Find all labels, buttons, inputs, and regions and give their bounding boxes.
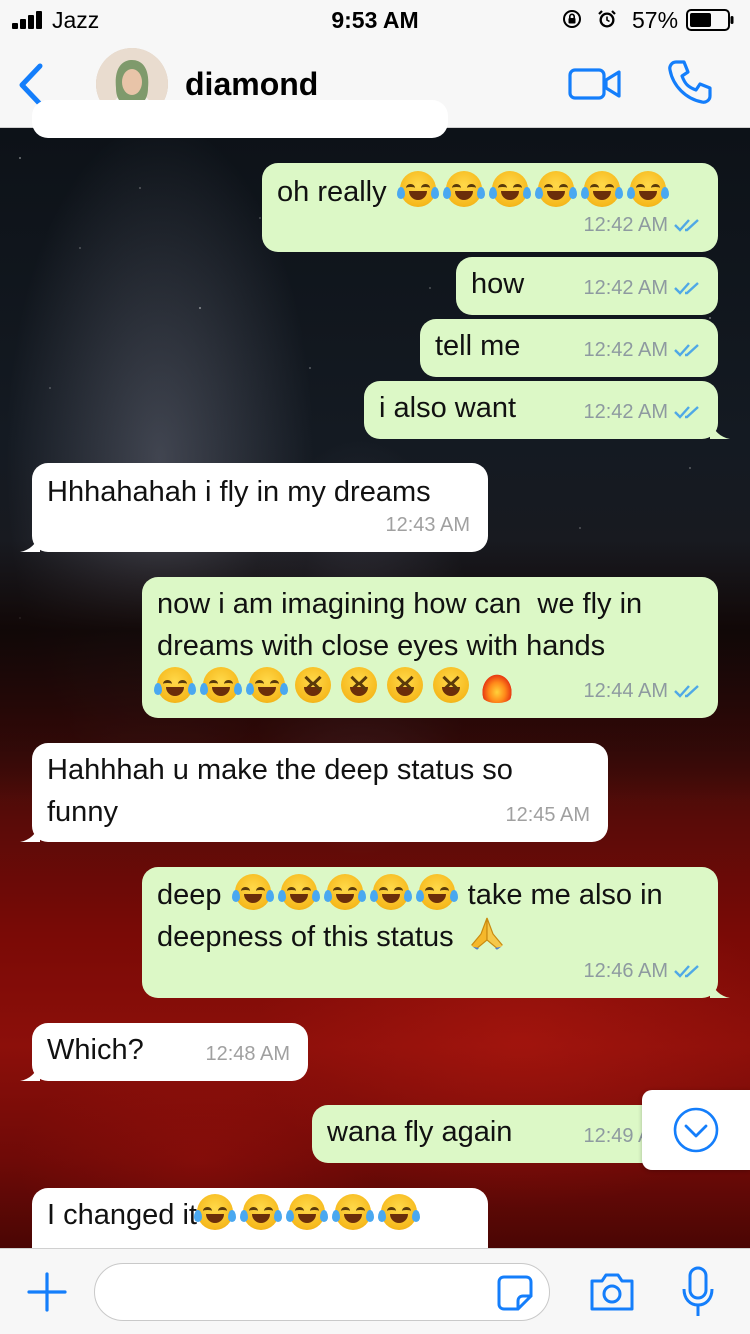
message-bubble-received[interactable]: Hhhahahah i fly in my dreams 12:43 AM <box>20 463 488 552</box>
message-meta: 12:42 AM <box>583 391 702 433</box>
double-check-icon <box>674 344 699 357</box>
grinning-squinting-face-emoji <box>341 667 377 703</box>
bubble-tail <box>710 980 730 998</box>
microphone-icon <box>682 1266 714 1316</box>
grinning-squinting-face-emoji <box>387 667 423 703</box>
bubble-tail <box>20 824 40 842</box>
message-meta: 12:48 AM <box>205 1033 290 1075</box>
message-meta: 12:45 AM <box>505 794 590 836</box>
sticker-button[interactable] <box>496 1274 534 1312</box>
grinning-squinting-face-emoji <box>433 667 469 703</box>
face-with-tears-of-joy-emoji <box>239 1194 282 1230</box>
double-check-icon <box>674 219 699 232</box>
face-with-tears-of-joy-emoji <box>580 171 623 207</box>
message-meta: 12:42 AM <box>583 267 702 309</box>
message-timestamp: 12:44 AM <box>583 680 668 702</box>
message-timestamp: 12:42 AM <box>583 277 668 299</box>
face-with-tears-of-joy-emoji <box>534 171 577 207</box>
face-with-tears-of-joy-emoji <box>231 874 274 910</box>
face-with-tears-of-joy-emoji <box>369 874 412 910</box>
face-with-tears-of-joy-emoji <box>154 667 196 703</box>
message-timestamp: 12:42 AM <box>583 214 668 236</box>
message-bubble-sent[interactable]: tell me 12:42 AM <box>420 319 718 377</box>
message-bubble-partial[interactable] <box>32 100 448 138</box>
double-check-icon <box>674 282 699 295</box>
battery-icon <box>686 9 734 31</box>
message-timestamp: 12:48 AM <box>205 1043 290 1065</box>
rotation-lock-icon <box>563 10 581 28</box>
message-bubble-received[interactable]: Hahhhah u make the deep status so funny … <box>20 743 608 842</box>
contact-name[interactable]: diamond <box>185 66 318 103</box>
bubble-tail <box>710 421 730 439</box>
face-with-tears-of-joy-emoji <box>246 667 288 703</box>
message-input[interactable] <box>94 1263 550 1321</box>
chevron-down-circle-icon <box>673 1107 719 1153</box>
message-bubble-sent[interactable]: how 12:42 AM <box>456 257 718 315</box>
microphone-button[interactable] <box>680 1265 716 1319</box>
message-bubble-sent[interactable]: deep take me also in deepness of this st… <box>142 867 730 998</box>
face-with-tears-of-joy-emoji <box>200 667 242 703</box>
message-timestamp: 12:45 AM <box>505 804 590 826</box>
face-with-tears-of-joy-emoji <box>626 171 669 207</box>
message-meta: 12:42 AM <box>583 329 702 371</box>
camera-button[interactable] <box>588 1271 636 1313</box>
plus-icon <box>27 1272 67 1312</box>
fire-emoji <box>479 667 515 703</box>
bubble-tail <box>20 1063 40 1081</box>
chevron-left-icon <box>19 63 43 107</box>
message-composer <box>0 1248 750 1334</box>
message-meta: 12:42 AM <box>583 204 702 246</box>
message-bubble-received[interactable]: Which? 12:48 AM <box>20 1023 308 1081</box>
face-with-tears-of-joy-emoji <box>377 1194 420 1230</box>
double-check-icon <box>674 406 699 419</box>
message-timestamp: 12:46 AM <box>583 960 668 982</box>
double-check-icon <box>674 685 699 698</box>
camera-icon <box>590 1273 634 1311</box>
double-check-icon <box>674 965 699 978</box>
voice-call-button[interactable] <box>666 58 714 106</box>
message-meta: 12:44 AM <box>583 670 702 712</box>
face-with-tears-of-joy-emoji <box>488 171 531 207</box>
attach-button[interactable] <box>26 1271 68 1313</box>
message-bubble-sent[interactable]: oh really 12:42 AM <box>262 163 718 252</box>
scroll-to-bottom-button[interactable] <box>642 1090 750 1170</box>
face-with-tears-of-joy-emoji <box>331 1194 374 1230</box>
message-timestamp: 12:43 AM <box>385 514 470 536</box>
phone-icon <box>668 60 712 104</box>
folded-hands-emoji <box>468 917 505 952</box>
video-camera-icon <box>568 68 621 100</box>
message-text: I changed it <box>47 1194 474 1236</box>
bubble-tail <box>20 534 40 552</box>
battery-percentage: 57% <box>632 7 679 33</box>
chat-screen: Jazz 9:53 AM 57% diamond oh really 12:42… <box>0 0 750 1334</box>
message-bubble-sent[interactable]: now i am imagining how can we fly in dre… <box>142 577 718 718</box>
video-call-button[interactable] <box>568 66 622 102</box>
face-with-tears-of-joy-emoji <box>285 1194 328 1230</box>
message-meta: 12:43 AM <box>385 504 470 546</box>
face-with-tears-of-joy-emoji <box>193 1194 236 1230</box>
grinning-squinting-face-emoji <box>295 667 331 703</box>
face-with-tears-of-joy-emoji <box>323 874 366 910</box>
face-with-tears-of-joy-emoji <box>442 171 485 207</box>
alarm-icon <box>598 10 616 28</box>
face-with-tears-of-joy-emoji <box>415 874 458 910</box>
message-timestamp: 12:42 AM <box>583 401 668 423</box>
message-meta: 12:46 AM <box>583 950 702 992</box>
status-bar: Jazz 9:53 AM 57% <box>0 0 750 40</box>
message-text: deep take me also in deepness of this st… <box>157 874 704 958</box>
sticker-icon <box>497 1275 533 1311</box>
face-with-tears-of-joy-emoji <box>396 171 439 207</box>
face-with-tears-of-joy-emoji <box>277 874 320 910</box>
message-timestamp: 12:42 AM <box>583 339 668 361</box>
message-bubble-sent[interactable]: i also want 12:42 AM <box>364 381 730 439</box>
